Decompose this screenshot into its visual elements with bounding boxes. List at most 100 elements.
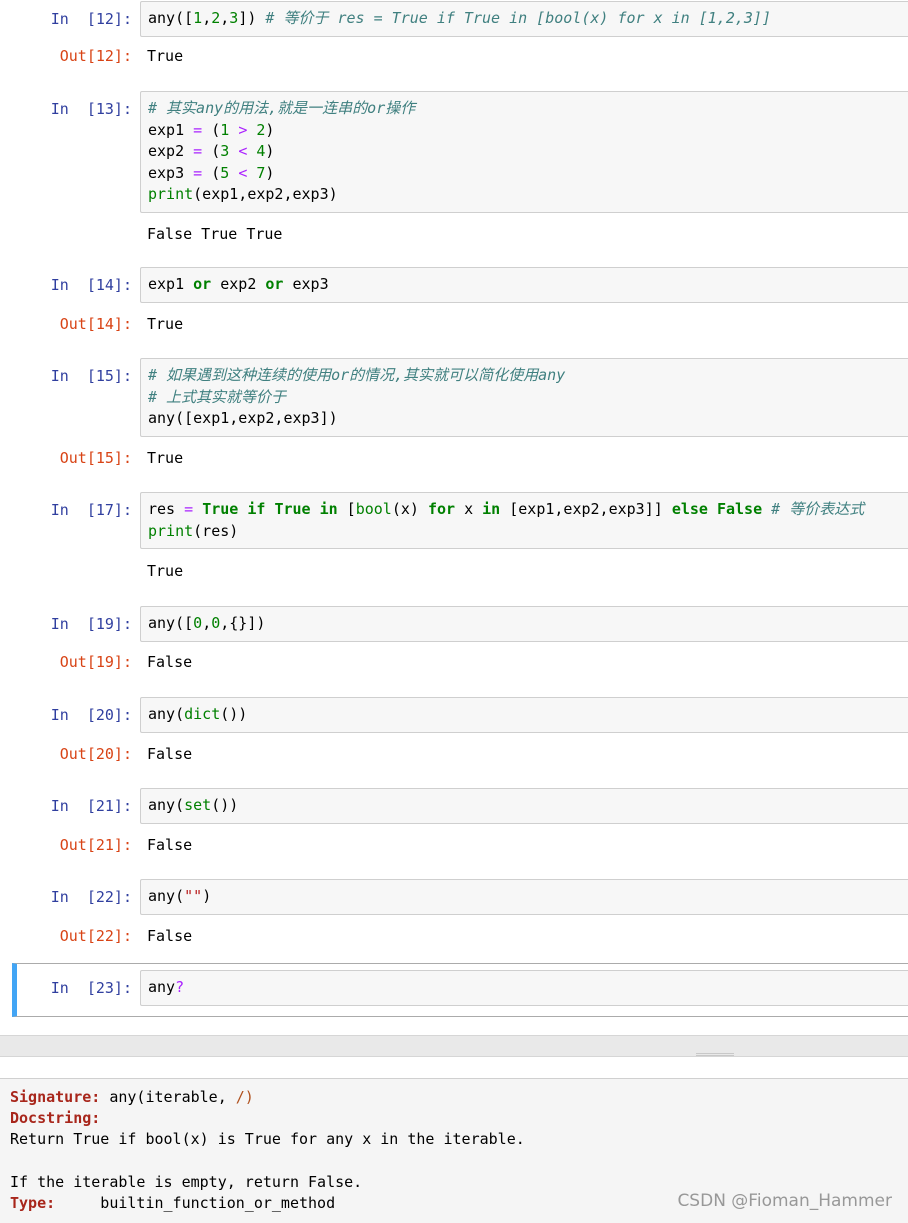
code-token: in (482, 500, 501, 518)
code-token: ) (265, 163, 275, 182)
code-line: any("") (148, 886, 901, 908)
output-prompt: Out[20]: (59, 745, 132, 763)
code-token: any (148, 9, 176, 27)
code-input-area[interactable]: any? (140, 970, 908, 1006)
code-input-area[interactable]: # 其实any的用法,就是一连串的or操作 exp1 = (1 > 2) exp2 … (140, 91, 908, 213)
code-token: False (716, 500, 763, 518)
cell-output: True (147, 562, 184, 580)
code-token: any( (148, 887, 185, 905)
code-token: > (238, 120, 248, 139)
code-token: any (148, 978, 176, 996)
cell-output: True (147, 315, 184, 333)
code-input-area[interactable]: any([1,2,3]) # 等价于 res = True if True in… (140, 1, 908, 37)
code-token: dict (184, 705, 221, 723)
docstring-blank-line (10, 1151, 898, 1172)
code-token: , (202, 614, 212, 632)
cell-output: True (147, 47, 184, 65)
code-token: exp1 (148, 275, 194, 293)
code-token: exp3 (283, 275, 329, 293)
input-prompt: In [17]: (50, 501, 132, 519)
code-token: ) (265, 142, 275, 160)
code-input-area[interactable]: res = True if True in [bool(x) for x in … (140, 492, 908, 549)
code-token: , (202, 9, 212, 27)
code-token: ,{}]) (220, 614, 266, 632)
code-token: True (202, 500, 239, 518)
docstring-label-line: Docstring: (10, 1108, 898, 1129)
code-token: else (671, 500, 708, 518)
code-input-area[interactable]: any(set()) (140, 788, 908, 824)
code-token: bool (355, 500, 392, 518)
code-token: res (148, 500, 185, 518)
code-token: (res) (193, 521, 239, 540)
code-token: < (238, 142, 248, 160)
cell-output: False (147, 836, 193, 854)
code-line: res = True if True in [bool(x) for x in … (148, 499, 901, 521)
code-token: ( (202, 163, 221, 182)
code-token: ()) (211, 796, 239, 814)
code-token: ()) (220, 705, 248, 723)
code-token: x (455, 500, 483, 518)
code-line: any([exp1,exp2,exp3]) (148, 408, 901, 430)
input-prompt: In [21]: (50, 797, 132, 815)
code-token: 3 (220, 142, 230, 160)
code-line: any([0,0,{}]) (148, 613, 901, 635)
splitter-handle[interactable] (696, 1053, 734, 1056)
pager-splitter[interactable] (0, 1035, 908, 1057)
output-prompt: Out[14]: (59, 315, 132, 333)
code-line: any? (148, 977, 901, 999)
code-token: (exp1,exp2,exp3) (193, 185, 338, 203)
code-token: ]) (238, 9, 257, 27)
code-line: exp1 = (1 > 2) (148, 120, 901, 142)
code-token: if (247, 500, 266, 518)
code-line: exp2 = (3 < 4) (148, 141, 901, 163)
output-prompt: Out[12]: (59, 47, 132, 65)
code-token: print (148, 185, 194, 203)
code-token: any( (148, 796, 185, 814)
cell-output: False True True (147, 225, 283, 243)
code-token: 1 (220, 120, 230, 139)
code-token: , (220, 9, 230, 27)
code-token: # 等价于 res = True if True in [bool(x) for… (265, 9, 771, 27)
code-input-area[interactable]: any("") (140, 879, 908, 915)
code-input-area[interactable]: exp1 or exp2 or exp3 (140, 267, 908, 303)
code-token: True (274, 500, 311, 518)
code-token: [exp1,exp2,exp3]] (500, 500, 672, 518)
code-input-area[interactable]: any(dict()) (140, 697, 908, 733)
code-token: ([ (175, 9, 194, 27)
code-token: # 其实any的用法,就是一连串的or操作 (148, 99, 416, 117)
cell-output: False (147, 653, 193, 671)
code-line: exp1 or exp2 or exp3 (148, 274, 901, 296)
code-token: # 上式其实就等价于 (148, 387, 287, 406)
docstring-label: Docstring: (10, 1109, 101, 1128)
cell-output: False (147, 927, 193, 945)
code-token: ) (202, 887, 212, 905)
type-value: builtin_function_or_method (55, 1193, 336, 1212)
code-token: in (319, 500, 338, 518)
code-token: = (193, 142, 203, 160)
code-token: [ (337, 500, 356, 518)
code-token: any([ (148, 614, 194, 632)
code-token: = (184, 500, 194, 518)
code-line: print(res) (148, 521, 901, 543)
code-token: or (265, 275, 284, 293)
input-prompt: In [12]: (50, 10, 132, 28)
signature-line: Signature: any(iterable, /) (10, 1087, 898, 1108)
code-line: print(exp1,exp2,exp3) (148, 184, 901, 206)
cell-output: False (147, 745, 193, 763)
code-token: 0 (193, 614, 203, 632)
code-input-area[interactable]: any([0,0,{}]) (140, 606, 908, 642)
watermark: CSDN @Fioman_Hammer (677, 1191, 892, 1211)
code-token: exp3 (148, 163, 194, 182)
code-token: or (193, 275, 212, 293)
code-token: exp2 (148, 142, 194, 160)
code-token: for (427, 500, 456, 518)
code-input-area[interactable]: # 如果遇到这种连续的使用or的情况,其实就可以简化使用any # 上式其实就等价… (140, 358, 908, 437)
code-line: any(set()) (148, 795, 901, 817)
output-prompt: Out[22]: (59, 927, 132, 945)
